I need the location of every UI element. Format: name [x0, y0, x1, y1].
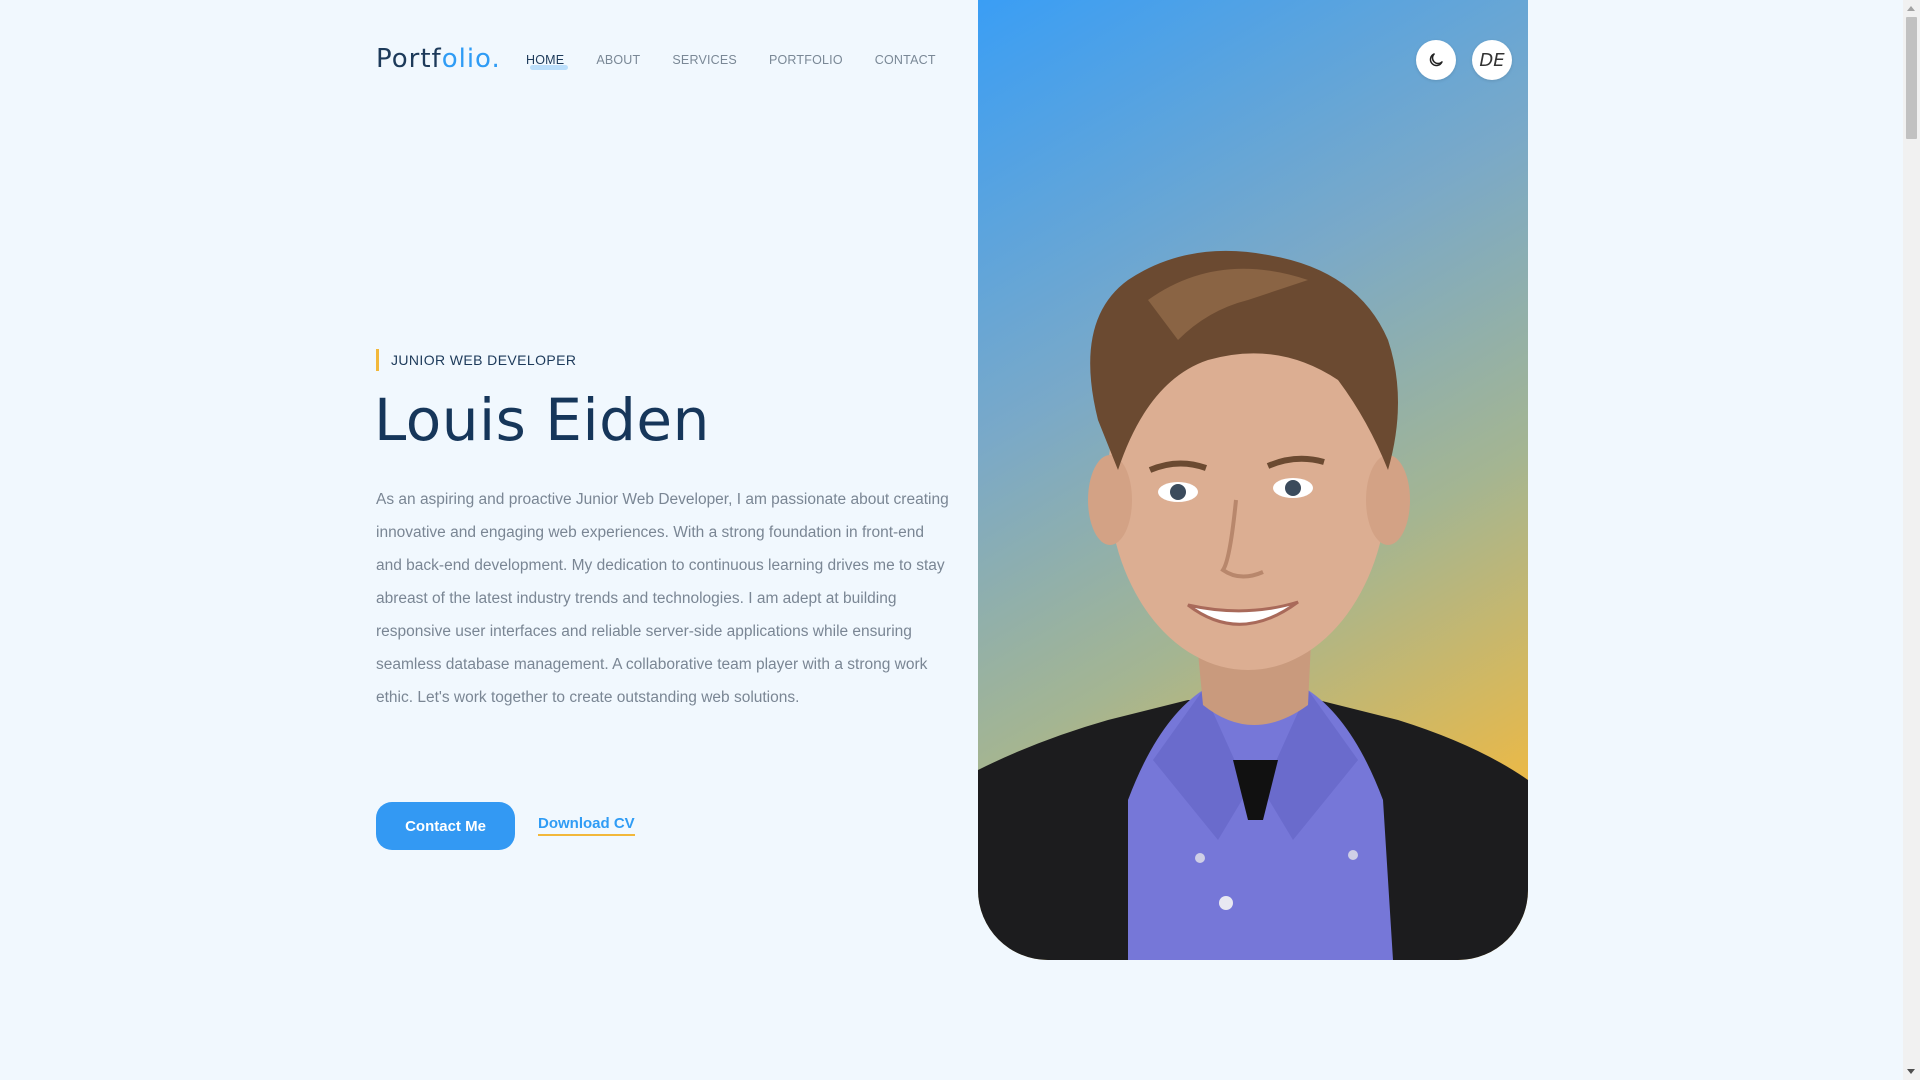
contact-me-button[interactable]: Contact Me	[376, 802, 515, 850]
nav-contact[interactable]: CONTACT	[875, 53, 936, 67]
language-button[interactable]: DE	[1472, 40, 1512, 80]
scroll-up-arrow-icon[interactable]	[1907, 6, 1915, 11]
scroll-down-arrow-icon[interactable]	[1907, 1069, 1915, 1074]
nav-services[interactable]: SERVICES	[672, 53, 737, 67]
portrait-illustration	[978, 250, 1528, 960]
portfolio-page: Portfolio. HOME ABOUT SERVICES PORTFOLIO…	[0, 0, 1920, 1080]
role-label: JUNIOR WEB DEVELOPER	[376, 349, 576, 371]
moon-icon	[1429, 53, 1443, 67]
main-nav: HOME ABOUT SERVICES PORTFOLIO CONTACT	[526, 53, 936, 70]
hero-name: Louis Eiden	[374, 386, 710, 454]
hero-bio: As an aspiring and proactive Junior Web …	[376, 491, 949, 706]
scroll-thumb[interactable]	[1906, 17, 1917, 139]
theme-toggle-button[interactable]	[1416, 40, 1456, 80]
logo-main: Portf	[376, 44, 442, 74]
logo[interactable]: Portfolio.	[376, 44, 501, 74]
logo-accent: olio.	[441, 44, 501, 74]
profile-photo	[978, 0, 1528, 960]
page-scrollbar[interactable]	[1903, 0, 1920, 1080]
nav-home[interactable]: HOME	[526, 53, 569, 70]
nav-about[interactable]: ABOUT	[596, 53, 640, 67]
nav-portfolio[interactable]: PORTFOLIO	[769, 53, 843, 67]
download-cv-link[interactable]: Download CV	[538, 815, 635, 836]
